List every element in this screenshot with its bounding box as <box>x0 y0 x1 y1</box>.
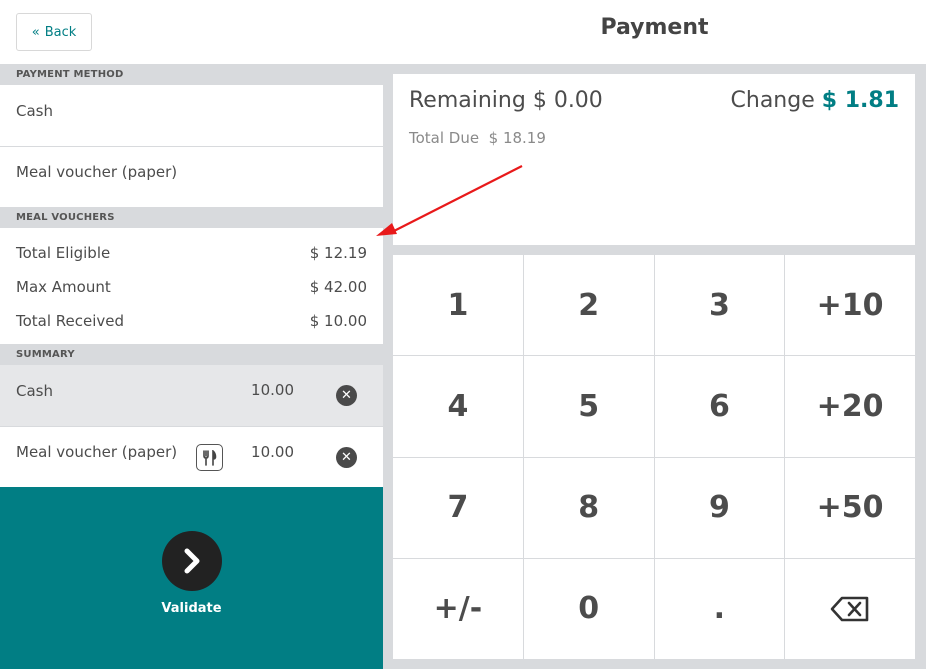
summary-line-cash[interactable]: Cash 10.00 ✕ <box>0 365 383 426</box>
change-value: $ 1.81 <box>821 88 899 113</box>
remaining-amount: Remaining $ 0.00 <box>409 88 603 113</box>
chevron-right-icon <box>161 530 222 591</box>
numpad-key-7[interactable]: 7 <box>393 457 523 558</box>
max-amount-row: Max Amount $ 42.00 <box>16 270 367 304</box>
change-label: Change <box>730 88 815 113</box>
top-bar: « Back Payment <box>0 0 926 64</box>
numpad-key-9[interactable]: 9 <box>654 457 785 558</box>
numpad-key-0[interactable]: 0 <box>523 558 654 659</box>
meal-voucher-info: Total Eligible $ 12.19 Max Amount $ 42.0… <box>0 228 383 344</box>
back-label: Back <box>44 24 77 40</box>
change-amount: Change $ 1.81 <box>731 88 899 113</box>
row-label: Max Amount <box>16 278 111 296</box>
summary-line-amount: 10.00 <box>251 443 294 461</box>
numpad-key-decimal[interactable]: . <box>654 558 785 659</box>
payment-method-label: Meal voucher (paper) <box>16 163 178 181</box>
remove-line-button[interactable]: ✕ <box>336 385 357 406</box>
numpad-key-plus10[interactable]: +10 <box>785 255 915 356</box>
payment-status: Remaining $ 0.00 Change $ 1.81 Total Due… <box>393 74 915 245</box>
validate-button[interactable]: Validate <box>0 487 383 669</box>
numpad: 1 2 3 +10 4 5 6 +20 7 8 9 +50 +/- 0 . <box>393 255 915 659</box>
payment-method-cash[interactable]: Cash <box>0 85 383 146</box>
meal-vouchers-heading: MEAL VOUCHERS <box>0 207 383 228</box>
numpad-key-6[interactable]: 6 <box>654 356 785 457</box>
payment-left-panel: PAYMENT METHOD Cash Meal voucher (paper)… <box>0 64 383 669</box>
summary-line-name: Cash <box>16 381 53 400</box>
backspace-icon <box>830 596 869 622</box>
double-chevron-left-icon: « <box>31 24 40 40</box>
row-value: $ 12.19 <box>309 244 367 262</box>
summary-line-amount: 10.00 <box>251 381 294 399</box>
row-label: Total Received <box>16 312 125 330</box>
numpad-key-3[interactable]: 3 <box>654 255 785 356</box>
payment-method-label: Cash <box>16 101 53 120</box>
remove-line-button[interactable]: ✕ <box>336 447 357 468</box>
total-due: Total Due $ 18.19 <box>409 129 546 147</box>
total-received-row: Total Received $ 10.00 <box>16 304 367 338</box>
fork-knife-icon[interactable] <box>196 444 223 471</box>
remaining-value: $ 0.00 <box>532 88 603 113</box>
numpad-key-2[interactable]: 2 <box>523 255 654 356</box>
summary-line-meal-voucher[interactable]: Meal voucher (paper) 10.00 ✕ <box>0 426 383 487</box>
numpad-key-plus-minus[interactable]: +/- <box>393 558 523 659</box>
row-value: $ 42.00 <box>309 278 367 296</box>
summary-line-name: Meal voucher (paper) <box>16 443 178 461</box>
back-button[interactable]: « Back <box>16 13 92 51</box>
backspace-key[interactable] <box>785 558 915 659</box>
numpad-key-5[interactable]: 5 <box>523 356 654 457</box>
numpad-key-plus20[interactable]: +20 <box>785 356 915 457</box>
numpad-key-plus50[interactable]: +50 <box>785 457 915 558</box>
payment-method-heading: PAYMENT METHOD <box>0 64 383 85</box>
numpad-key-4[interactable]: 4 <box>393 356 523 457</box>
payment-method-meal-voucher[interactable]: Meal voucher (paper) <box>0 146 383 207</box>
numpad-key-1[interactable]: 1 <box>393 255 523 356</box>
page-title: Payment <box>600 15 709 40</box>
numpad-key-8[interactable]: 8 <box>523 457 654 558</box>
total-due-label: Total Due <box>409 129 480 147</box>
payment-right-panel: Remaining $ 0.00 Change $ 1.81 Total Due… <box>383 64 926 669</box>
validate-label: Validate <box>161 600 222 616</box>
total-due-value: $ 18.19 <box>488 129 546 147</box>
summary-heading: SUMMARY <box>0 344 383 365</box>
row-label: Total Eligible <box>16 244 111 262</box>
row-value: $ 10.00 <box>309 312 367 330</box>
remaining-label: Remaining <box>409 88 526 113</box>
total-eligible-row: Total Eligible $ 12.19 <box>16 236 367 270</box>
